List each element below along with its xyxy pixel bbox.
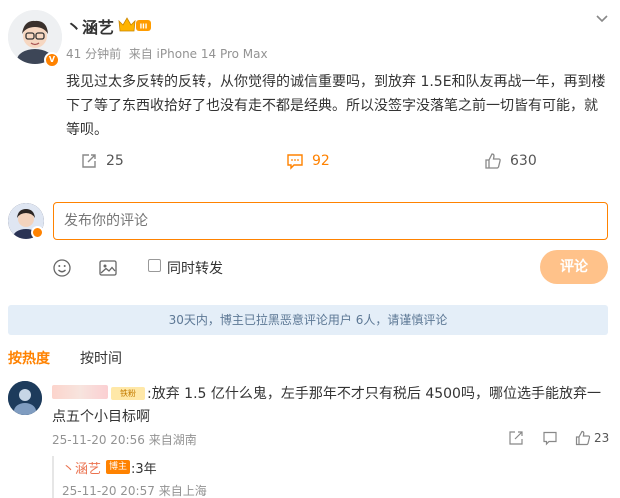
sort-by-time-tab[interactable]: 按时间 xyxy=(80,348,122,368)
post-time[interactable]: 41 分钟前 xyxy=(66,47,121,61)
post-meta: 41 分钟前 来自 iPhone 14 Pro Max xyxy=(66,45,268,62)
repost-checkbox[interactable] xyxy=(148,259,161,272)
blocked-users-notice: 30天内，博主已拉黑恶意评论用户 6人，请谨慎评论 xyxy=(8,305,608,335)
repost-icon xyxy=(82,154,96,168)
chevron-down-icon[interactable] xyxy=(594,10,610,26)
verified-badge-icon: V xyxy=(44,52,60,68)
like-count: 630 xyxy=(510,153,537,169)
commenter-name-obscured[interactable] xyxy=(52,385,108,399)
reply-thread-line xyxy=(52,456,54,498)
commenter-avatar[interactable] xyxy=(8,381,42,415)
submit-comment-button[interactable]: 评论 xyxy=(540,250,608,284)
reply-time: 25-11-20 20:57 xyxy=(62,484,155,498)
like-button[interactable]: 630 xyxy=(484,150,537,172)
my-verified-badge-icon xyxy=(31,226,44,239)
reply-meta: 25-11-20 20:57 来自上海 xyxy=(62,482,207,498)
fan-badge: 铁粉 xyxy=(111,387,145,400)
comment-location: 来自湖南 xyxy=(148,433,197,447)
reply-author-name[interactable]: 丶涵艺 xyxy=(62,458,101,477)
repost-checkbox-label[interactable]: 同时转发 xyxy=(167,258,223,278)
crown-level-badge-icon: III xyxy=(118,16,152,34)
repost-count: 25 xyxy=(106,153,124,169)
level-badge-text: III xyxy=(140,23,148,31)
share-icon[interactable] xyxy=(508,430,524,446)
comment-count: 92 xyxy=(312,153,330,169)
post-source: 来自 iPhone 14 Pro Max xyxy=(128,47,268,61)
comment-button[interactable]: 92 xyxy=(286,150,330,172)
post-author-name[interactable]: 丶涵艺 xyxy=(66,14,114,38)
comment-like-icon[interactable] xyxy=(575,430,591,446)
comment-input[interactable] xyxy=(53,202,608,240)
image-icon[interactable] xyxy=(98,258,118,278)
reply-text: :3年 xyxy=(131,462,157,477)
sort-by-hot-tab[interactable]: 按热度 xyxy=(8,348,50,368)
comment-like-count: 23 xyxy=(594,431,610,445)
reply-icon[interactable] xyxy=(542,430,558,446)
repost-button[interactable]: 25 xyxy=(80,150,124,172)
comment-meta: 25-11-20 20:56 来自湖南 xyxy=(52,431,197,448)
thumbs-up-icon xyxy=(485,153,501,169)
author-tag-badge: 博主 xyxy=(106,460,130,474)
comment-time: 25-11-20 20:56 xyxy=(52,433,145,447)
reply-location: 来自上海 xyxy=(158,484,207,498)
emoji-icon[interactable] xyxy=(52,258,72,278)
post-content: 我见过太多反转的反转，从你觉得的诚信重要吗，到放弃 1.5E和队友再战一年，再到… xyxy=(66,74,606,138)
comment-icon xyxy=(287,154,303,170)
